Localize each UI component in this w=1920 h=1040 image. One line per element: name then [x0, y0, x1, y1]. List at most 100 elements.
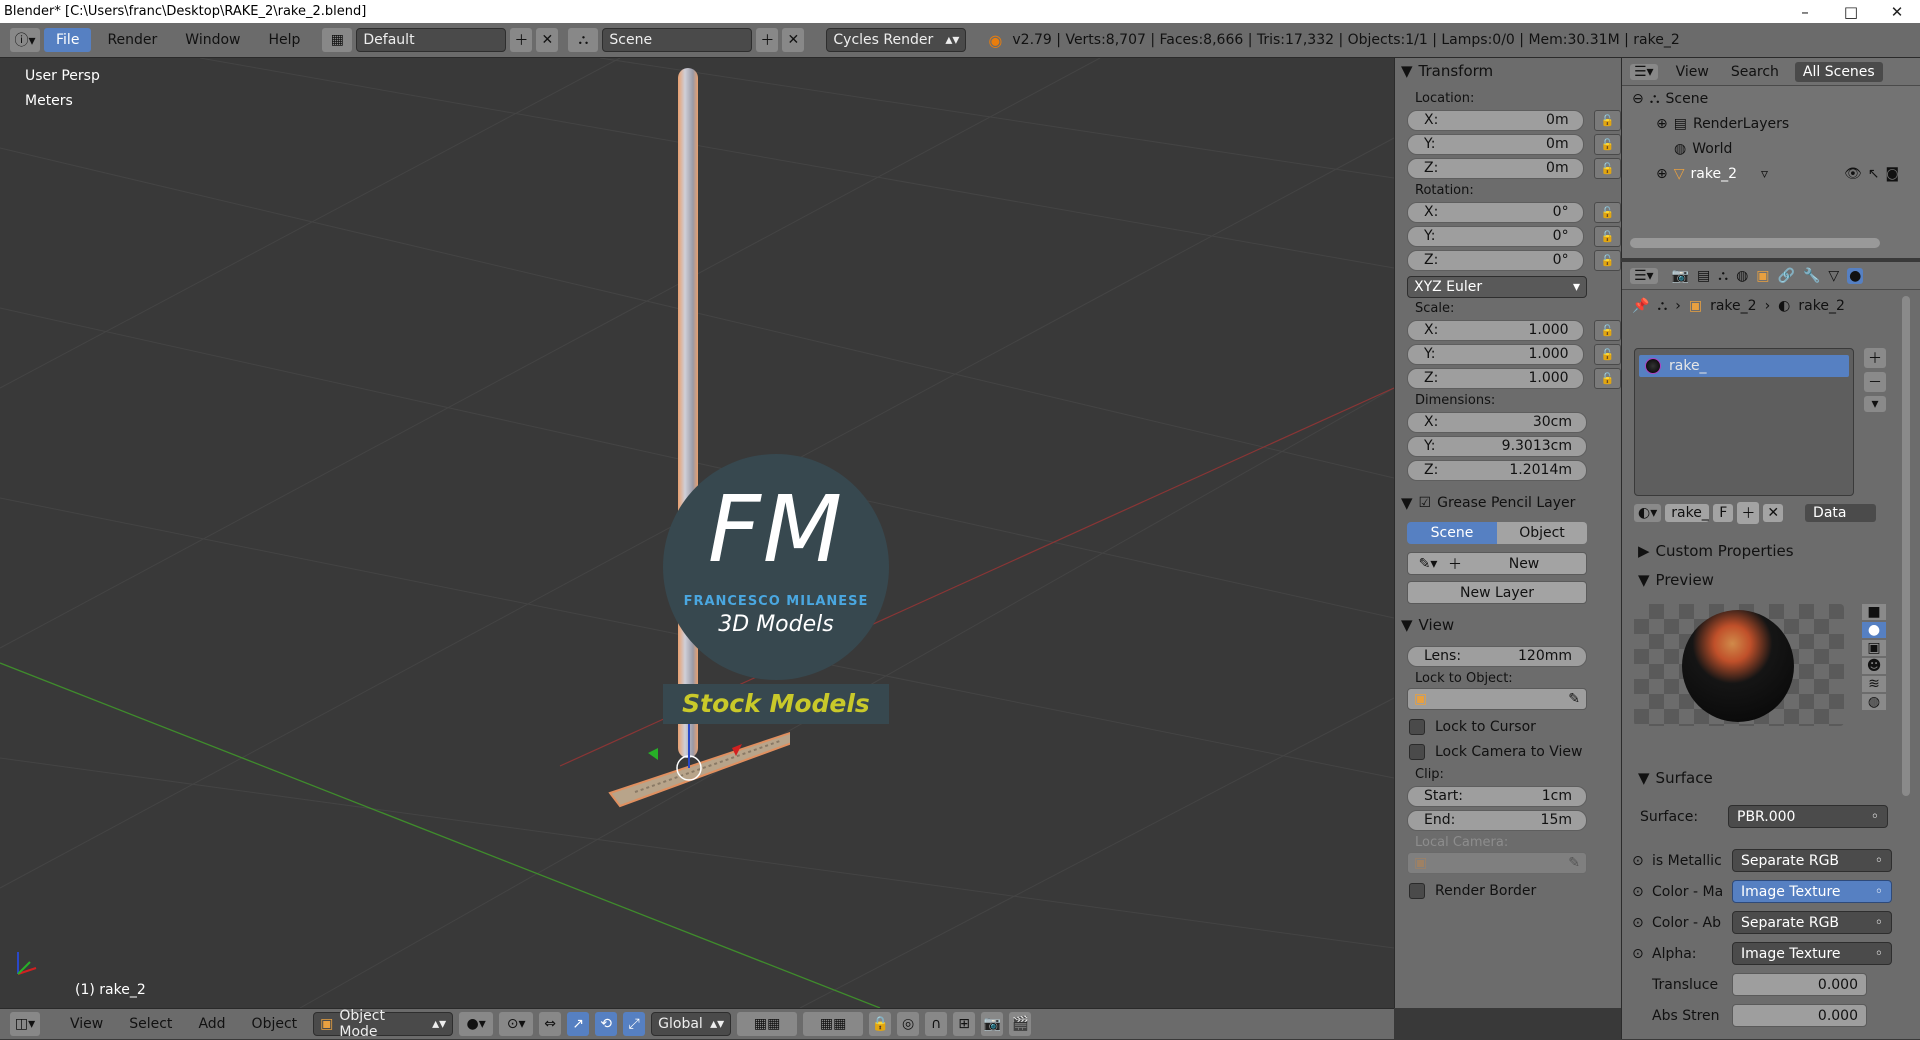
grease-pencil-panel-header[interactable]: ▼ ☑ Grease Pencil Layer — [1395, 490, 1621, 516]
scale-y-field[interactable]: Y: 1.000 — [1407, 343, 1584, 365]
visibility-eye-icon[interactable]: 👁 — [1844, 166, 1862, 182]
render-engine-select[interactable]: Cycles Render ▴▾ — [826, 28, 967, 52]
lock-icon[interactable]: 🔓 — [1593, 225, 1621, 247]
outliner-search-menu[interactable]: Search — [1731, 64, 1779, 80]
link-type-select[interactable]: Data — [1805, 504, 1877, 522]
rotation-y-field[interactable]: Y: 0° — [1407, 225, 1584, 247]
add-layout-icon[interactable]: ＋ — [510, 28, 533, 52]
outliner-editor-icon[interactable]: ☰▾ — [1630, 63, 1658, 80]
manipulator-toggle-icon[interactable]: ⇔ — [539, 1012, 562, 1036]
input-link-select[interactable]: Separate RGB ◦ — [1732, 911, 1892, 934]
render-border-checkbox[interactable] — [1409, 882, 1425, 899]
selectable-cursor-icon[interactable]: ↖ — [1868, 166, 1880, 182]
lock-camera-row[interactable]: Lock Camera to View — [1395, 739, 1621, 764]
pin-icon[interactable]: 📌 — [1632, 298, 1649, 314]
lock-camera-checkbox[interactable] — [1409, 743, 1425, 760]
checkbox-checked-icon[interactable]: ☑ — [1419, 495, 1432, 511]
input-link-select[interactable]: Image Texture ◦ — [1732, 942, 1892, 965]
constraints-tab-icon[interactable]: 🔗 — [1778, 268, 1795, 284]
remove-slot-icon[interactable]: － — [1864, 372, 1886, 392]
lock-icon[interactable]: 🔓 — [1593, 343, 1621, 365]
mode-select[interactable]: ▣ Object Mode ▴▾ — [313, 1008, 454, 1040]
render-tab-icon[interactable]: 📷 — [1672, 268, 1689, 284]
view-panel-header[interactable]: ▼ View — [1395, 612, 1621, 638]
rotation-mode-select[interactable]: XYZ Euler ▾ — [1407, 276, 1587, 298]
menu-window[interactable]: Window — [173, 28, 252, 52]
outliner-scrollbar[interactable] — [1630, 238, 1880, 248]
modifiers-tab-icon[interactable]: 🔧 — [1803, 268, 1820, 284]
render-border-row[interactable]: Render Border — [1395, 878, 1621, 903]
local-camera-field[interactable]: ▣ ✎ — [1407, 852, 1587, 874]
lock-cursor-checkbox[interactable] — [1409, 718, 1425, 735]
clip-start-field[interactable]: Start: 1cm — [1407, 785, 1587, 807]
custom-properties-header[interactable]: ▶ Custom Properties — [1632, 538, 1794, 564]
renderlayers-tab-icon[interactable]: ▤ — [1697, 268, 1710, 284]
3d-viewport[interactable]: User Persp Meters FM FRANCESCO MILANESE … — [0, 58, 1394, 1008]
location-z-field[interactable]: Z: 0m — [1407, 157, 1584, 179]
tree-item-renderlayers[interactable]: ⊕ ▤ RenderLayers — [1622, 111, 1920, 136]
render-opengl-icon[interactable]: 📷 — [981, 1012, 1004, 1036]
lock-icon[interactable]: 🔓 — [1593, 367, 1621, 389]
abs-strength-slider[interactable]: 0.000 — [1732, 1004, 1867, 1027]
outliner-view-menu[interactable]: View — [1676, 64, 1709, 80]
outliner-filter-select[interactable]: All Scenes — [1794, 61, 1883, 82]
layers-grid-icon[interactable]: ▦▦ — [737, 1012, 798, 1036]
transform-panel-header[interactable]: ▼ Transform — [1395, 58, 1621, 84]
material-slot-list[interactable]: rake_ — [1634, 348, 1854, 496]
scale-manipulator-icon[interactable]: ⤢ — [623, 1012, 646, 1036]
menu-file[interactable]: File — [44, 28, 92, 52]
menu-view[interactable]: View — [60, 1016, 113, 1032]
new-grease-pencil-button[interactable]: New — [1462, 556, 1586, 572]
preview-flat-icon[interactable]: ■ — [1862, 604, 1886, 620]
slot-menu-icon[interactable]: ▾ — [1864, 396, 1886, 412]
tab-scene[interactable]: Scene — [1407, 522, 1497, 544]
snap-magnet-icon[interactable]: ∩ — [925, 1012, 948, 1036]
expand-plus-icon[interactable]: ⊕ — [1656, 116, 1668, 132]
properties-scrollbar[interactable] — [1902, 296, 1910, 796]
menu-select[interactable]: Select — [119, 1016, 182, 1032]
clip-end-field[interactable]: End: 15m — [1407, 809, 1587, 831]
preview-cube-icon[interactable]: ▣ — [1862, 640, 1886, 656]
collapse-minus-icon[interactable]: ⊖ — [1632, 91, 1644, 107]
pencil-icon[interactable]: ✎▾ — [1408, 556, 1448, 572]
tree-item-world[interactable]: ◍ World — [1622, 136, 1920, 161]
dimensions-z-field[interactable]: Z: 1.2014m — [1407, 459, 1587, 481]
viewport-shading-icon[interactable]: ●▾ — [459, 1012, 494, 1036]
surface-shader-select[interactable]: PBR.000 ◦ — [1728, 805, 1888, 828]
scene-selector[interactable]: Scene — [602, 28, 753, 52]
tab-object[interactable]: Object — [1497, 522, 1587, 544]
maximize-button[interactable]: □ — [1828, 3, 1874, 21]
tree-item-rake[interactable]: ⊕ ▽ rake_2 ▿ 👁 ↖ ◙ — [1622, 161, 1920, 186]
unlink-material-icon[interactable]: ✕ — [1763, 504, 1784, 522]
lock-icon[interactable]: 🔓 — [1593, 319, 1621, 341]
preview-monkey-icon[interactable]: ☻ — [1862, 658, 1886, 674]
rotation-x-field[interactable]: X: 0° — [1407, 201, 1584, 223]
input-link-select[interactable]: Image Texture ◦ — [1732, 880, 1892, 903]
new-material-icon[interactable]: ＋ — [1737, 502, 1760, 524]
properties-editor-icon[interactable]: ☰▾ — [1630, 267, 1658, 284]
dimensions-y-field[interactable]: Y: 9.3013cm — [1407, 435, 1587, 457]
lock-icon[interactable]: 🔓 — [1593, 249, 1621, 271]
scale-x-field[interactable]: X: 1.000 — [1407, 319, 1584, 341]
world-tab-icon[interactable]: ◍ — [1736, 268, 1748, 284]
location-x-field[interactable]: X: 0m — [1407, 109, 1584, 131]
surface-header[interactable]: ▼ Surface — [1632, 765, 1713, 791]
eyedropper-icon[interactable]: ✎ — [1568, 691, 1580, 707]
translucency-slider[interactable]: 0.000 — [1732, 973, 1867, 996]
menu-object[interactable]: Object — [242, 1016, 308, 1032]
snap-element-icon[interactable]: ⊞ — [953, 1012, 976, 1036]
lock-icon[interactable]: 🔓 — [1593, 133, 1621, 155]
lock-to-cursor-row[interactable]: Lock to Cursor — [1395, 714, 1621, 739]
lock-layers-icon[interactable]: 🔒 — [869, 1012, 892, 1036]
lock-icon[interactable]: 🔓 — [1593, 109, 1621, 131]
minimize-button[interactable]: – — [1782, 3, 1828, 21]
input-link-select[interactable]: Separate RGB ◦ — [1732, 849, 1892, 872]
scale-z-field[interactable]: Z: 1.000 — [1407, 367, 1584, 389]
material-tab-icon[interactable]: ● — [1847, 267, 1864, 284]
menu-render[interactable]: Render — [95, 28, 169, 52]
orientation-select[interactable]: Global ▴▾ — [651, 1012, 732, 1036]
menu-add[interactable]: Add — [188, 1016, 235, 1032]
new-layer-button[interactable]: New Layer — [1407, 581, 1587, 604]
preview-sky-icon[interactable]: ◍ — [1862, 694, 1886, 710]
menu-help[interactable]: Help — [256, 28, 312, 52]
